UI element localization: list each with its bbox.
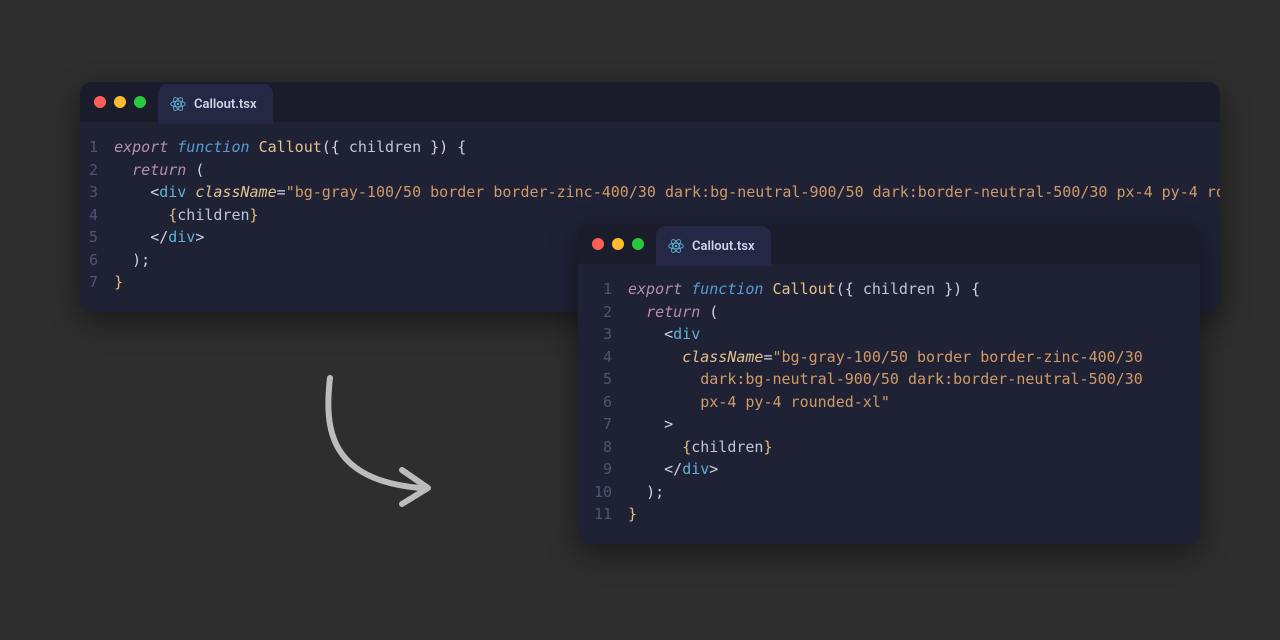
titlebar: Callout.tsx: [578, 224, 1200, 264]
code-editor[interactable]: 1 2 3 4 5 6 7 8 9 10 11 export function …: [578, 264, 1200, 544]
line-number-gutter: 1 2 3 4 5 6 7 8 9 10 11: [578, 278, 624, 526]
code-content: export function Callout({ children }) { …: [624, 278, 1143, 526]
traffic-lights: [94, 96, 146, 108]
zoom-icon[interactable]: [134, 96, 146, 108]
react-icon: [170, 96, 186, 112]
close-icon[interactable]: [592, 238, 604, 250]
minimize-icon[interactable]: [114, 96, 126, 108]
traffic-lights: [592, 238, 644, 250]
file-tab[interactable]: Callout.tsx: [656, 226, 771, 266]
file-tab[interactable]: Callout.tsx: [158, 84, 273, 124]
close-icon[interactable]: [94, 96, 106, 108]
react-icon: [668, 238, 684, 254]
arrow-icon: [290, 370, 450, 510]
tab-label: Callout.tsx: [194, 97, 257, 112]
zoom-icon[interactable]: [632, 238, 644, 250]
editor-window-after: Callout.tsx 1 2 3 4 5 6 7 8 9 10 11 expo…: [578, 224, 1200, 544]
tab-label: Callout.tsx: [692, 239, 755, 254]
line-number-gutter: 1 2 3 4 5 6 7: [80, 136, 110, 294]
titlebar: Callout.tsx: [80, 82, 1220, 122]
minimize-icon[interactable]: [612, 238, 624, 250]
